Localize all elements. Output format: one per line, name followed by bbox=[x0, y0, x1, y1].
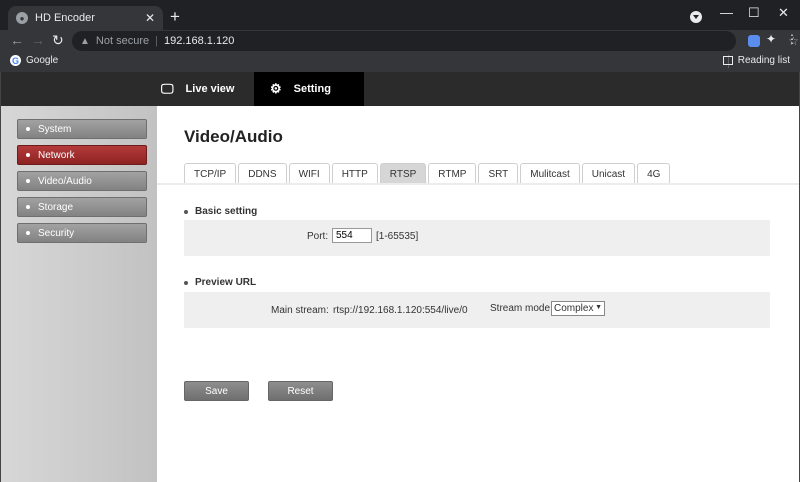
url-text: 192.168.1.120 bbox=[163, 35, 235, 47]
bullet-icon bbox=[26, 231, 30, 235]
port-range-hint: [1-65535] bbox=[376, 231, 419, 242]
sidebar-item-storage[interactable]: Storage bbox=[17, 197, 147, 217]
sidebar-item-security[interactable]: Security bbox=[17, 223, 147, 243]
basic-setting-heading: Basic setting bbox=[184, 206, 257, 217]
browser-menu-icon[interactable]: ⋮ bbox=[786, 32, 798, 46]
gear-icon: ⚙ bbox=[270, 81, 282, 96]
google-icon: G bbox=[10, 55, 21, 66]
maximize-button[interactable]: ☐ bbox=[748, 5, 760, 21]
tab-4g[interactable]: 4G bbox=[637, 163, 671, 184]
stream-mode-value: Complex bbox=[554, 303, 594, 314]
main-stream-url: rtsp://192.168.1.120:554/live/0 bbox=[333, 305, 468, 316]
bookmark-label: Google bbox=[26, 55, 59, 66]
sidebar-item-label: Security bbox=[38, 227, 75, 239]
tab-search-icon[interactable] bbox=[690, 11, 702, 23]
browser-tab-strip: ● HD Encoder ✕ + — ☐ ✕ bbox=[0, 0, 800, 30]
tabs-divider bbox=[157, 183, 799, 185]
bookmark-google[interactable]: G Google bbox=[10, 55, 58, 66]
new-tab-button[interactable]: + bbox=[170, 7, 180, 27]
tab-rtmp[interactable]: RTMP bbox=[428, 163, 477, 184]
nav-live-view[interactable]: 🖵 Live view bbox=[155, 72, 253, 106]
sidebar-item-label: System bbox=[38, 123, 72, 135]
extension-icon[interactable] bbox=[748, 35, 760, 47]
main-content: Video/Audio TCP/IP DDNS WIFI HTTP RTSP R… bbox=[157, 106, 799, 482]
tab-ddns[interactable]: DDNS bbox=[238, 163, 287, 184]
bullet-icon bbox=[26, 127, 30, 131]
reload-icon[interactable]: ↻ bbox=[52, 32, 64, 49]
sidebar-item-video-audio[interactable]: Video/Audio bbox=[17, 171, 147, 191]
bullet-icon bbox=[184, 280, 188, 285]
back-arrow-icon[interactable]: ← bbox=[10, 32, 24, 48]
tab-http[interactable]: HTTP bbox=[331, 163, 378, 184]
preview-url-panel: Main stream: rtsp://192.168.1.120:554/li… bbox=[184, 292, 770, 328]
nav-live-view-label: Live view bbox=[185, 83, 235, 95]
main-stream-label: Main stream: bbox=[271, 305, 329, 316]
preview-url-heading: Preview URL bbox=[184, 277, 256, 288]
nav-setting[interactable]: ⚙ Setting bbox=[254, 72, 364, 106]
bookmarks-bar: G Google Reading list bbox=[0, 52, 800, 72]
bullet-icon bbox=[26, 153, 30, 157]
warning-icon: ▲ bbox=[80, 35, 90, 47]
basic-setting-panel: Port: [1-65535] bbox=[184, 220, 770, 256]
tab-close-icon[interactable]: ✕ bbox=[145, 11, 155, 25]
forward-arrow-icon[interactable]: → bbox=[31, 32, 45, 48]
save-button[interactable]: Save bbox=[184, 381, 249, 401]
security-label: Not secure bbox=[95, 35, 150, 47]
sidebar-item-network[interactable]: Network bbox=[17, 145, 147, 165]
browser-tab[interactable]: ● HD Encoder ✕ bbox=[8, 6, 163, 30]
tab-wifi[interactable]: WIFI bbox=[288, 163, 330, 184]
section-title: Basic setting bbox=[195, 206, 258, 217]
sidebar-item-system[interactable]: System bbox=[17, 119, 147, 139]
browser-toolbar: ← → ↻ ▲ Not secure | 192.168.1.120 ☆ bbox=[0, 30, 800, 52]
address-bar[interactable]: ▲ Not secure | 192.168.1.120 ☆ bbox=[72, 31, 799, 51]
sidebar-item-label: Storage bbox=[38, 201, 74, 213]
bullet-icon bbox=[26, 179, 30, 183]
port-label: Port: bbox=[307, 231, 329, 242]
reading-list-button[interactable]: Reading list bbox=[722, 55, 790, 66]
tab-srt[interactable]: SRT bbox=[478, 163, 519, 184]
tab-multicast[interactable]: Mulitcast bbox=[520, 163, 580, 184]
reading-list-label: Reading list bbox=[737, 55, 790, 66]
tab-unicast[interactable]: Unicast bbox=[581, 163, 636, 184]
sidebar: System Network Video/Audio Storage Secur… bbox=[1, 106, 157, 482]
nav-setting-label: Setting bbox=[293, 83, 331, 95]
reset-button[interactable]: Reset bbox=[268, 381, 333, 401]
chevron-down-icon: ▼ bbox=[595, 304, 602, 311]
close-window-button[interactable]: ✕ bbox=[778, 5, 789, 21]
sidebar-item-label: Video/Audio bbox=[38, 175, 92, 187]
sidebar-item-label: Network bbox=[38, 149, 75, 161]
settings-tabs: TCP/IP DDNS WIFI HTTP RTSP RTMP SRT Muli… bbox=[184, 163, 672, 184]
minimize-button[interactable]: — bbox=[720, 5, 733, 20]
address-separator: | bbox=[155, 35, 158, 47]
web-page: 🖵 Live view ⚙ Setting System Network Vid… bbox=[0, 72, 800, 482]
monitor-icon: 🖵 bbox=[161, 81, 174, 96]
tab-tcp-ip[interactable]: TCP/IP bbox=[184, 163, 237, 184]
top-navigation: 🖵 Live view ⚙ Setting bbox=[1, 72, 799, 106]
extensions-puzzle-icon[interactable]: ✦ bbox=[766, 32, 776, 46]
stream-mode-select[interactable]: Complex ▼ bbox=[551, 301, 605, 316]
browser-tab-title: HD Encoder bbox=[35, 12, 95, 24]
tab-rtsp[interactable]: RTSP bbox=[379, 163, 427, 184]
section-title: Preview URL bbox=[195, 277, 257, 288]
globe-icon: ● bbox=[16, 12, 28, 24]
reading-list-icon bbox=[722, 56, 733, 65]
port-input[interactable] bbox=[332, 228, 372, 243]
bullet-icon bbox=[26, 205, 30, 209]
stream-mode-label: Stream mode bbox=[490, 303, 551, 314]
bullet-icon bbox=[184, 209, 188, 214]
page-title: Video/Audio bbox=[184, 127, 283, 146]
